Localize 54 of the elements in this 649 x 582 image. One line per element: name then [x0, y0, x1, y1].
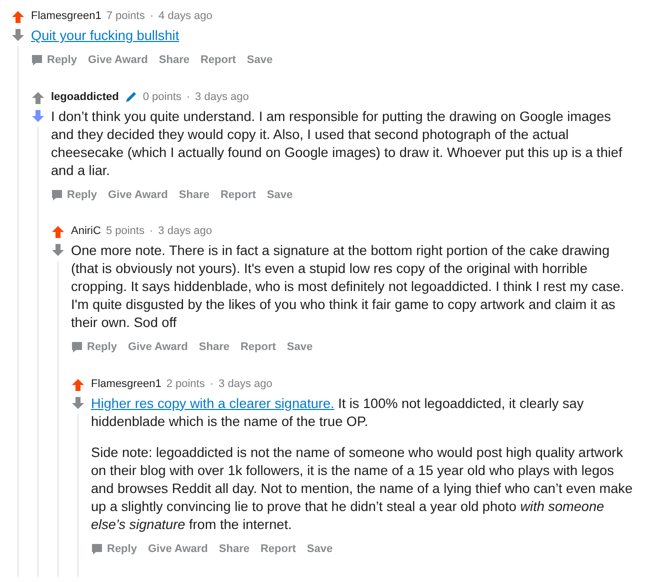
comment-time: 4 days ago — [158, 9, 212, 24]
comment-action[interactable]: Report — [260, 540, 296, 557]
upvote-arrow-icon[interactable] — [51, 225, 65, 239]
comment-points: 7 points — [106, 9, 145, 24]
comment-action[interactable]: Report — [240, 339, 276, 356]
comment-points: 2 points — [166, 376, 205, 392]
comment-bubble-icon — [71, 341, 83, 354]
downvote-arrow-icon[interactable] — [51, 243, 65, 257]
comment-action[interactable]: Reply — [31, 52, 77, 68]
comment-action[interactable]: Save — [286, 339, 313, 356]
separator-dot: · — [150, 9, 154, 24]
comment-action[interactable]: Save — [246, 52, 273, 68]
comment-author[interactable]: AniriC — [71, 223, 101, 239]
upvote-arrow-icon[interactable] — [31, 90, 45, 104]
downvote-arrow-icon[interactable] — [31, 108, 45, 122]
comment-text: Higher res copy with a clearer signature. It is 100% not legoaddicted, it clearly say hiddenblade which is the name of the true OP. — [91, 394, 585, 430]
comment-action[interactable]: Give Award — [128, 339, 188, 356]
comment-action[interactable]: Save — [266, 186, 293, 203]
comment-time: 3 days ago — [195, 90, 249, 104]
comment-bubble-icon — [51, 188, 63, 201]
downvote-arrow-icon[interactable] — [11, 28, 25, 42]
separator-dot: · — [186, 90, 190, 104]
comment-time: 3 days ago — [158, 224, 212, 239]
comment-action[interactable]: Reply — [71, 339, 117, 356]
upvote-arrow-icon[interactable] — [71, 378, 85, 392]
comment-action[interactable]: Reply — [91, 540, 137, 557]
separator-dot: · — [210, 376, 214, 392]
comment-action[interactable]: Reply — [51, 186, 97, 203]
comment-action[interactable]: Save — [306, 540, 333, 557]
comment-text: I don’t think you quite understand. I am responsible for putting the drawing on Google images and they decided they would copy it. Also, I used that second photograph of the actual cheesecake (which I actually found on Google images) to draw it. Whoever put this up is a thief and a liar. — [51, 108, 624, 180]
upvote-arrow-icon[interactable] — [11, 10, 25, 24]
comment-author[interactable]: Flamesgreen1 — [91, 376, 162, 392]
comment-action[interactable]: Give Award — [88, 52, 148, 68]
comment-action[interactable]: Share — [218, 540, 250, 557]
downvote-arrow-icon[interactable] — [71, 396, 85, 410]
comment-action[interactable]: Report — [200, 52, 236, 68]
comment-link[interactable]: Higher res copy with a clearer signature. — [91, 396, 334, 410]
comment-action[interactable]: Give Award — [108, 186, 168, 203]
comment-text: One more note. There is in fact a signature at the bottom right portion of the cake drawing (that is obviously not yours). It's even a stupid low res copy of the original with horrible cropping. It says hiddenblade, who is most definitely not legoaddicted. I think I rest my case. I'm quite disgusted by the likes of you who think it fair game to copy artwork and claim it as their own. Sod off — [71, 242, 626, 332]
comment-points: 5 points — [106, 224, 144, 239]
comment-link[interactable]: Quit your fucking bullshit — [31, 28, 180, 43]
comment-action[interactable]: Share — [198, 339, 230, 356]
comment-action[interactable]: Give Award — [148, 540, 208, 557]
comment-author[interactable]: legoaddicted — [51, 88, 119, 104]
comment-text: Side note: legoaddicted is not the name of someone who would post high quality artwork on their blog with over 1k followers, it is the name of a 15 year old who plays with legos and browses Reddit all day. Not to mention, the name of a lying thief who can’t even make up a slightly convincing lie to prove that he didn’t steal a year old photo with someone else’s signature from the internet. — [91, 444, 633, 534]
comment-action[interactable]: Share — [178, 186, 210, 203]
comment-action[interactable]: Share — [158, 52, 190, 68]
comment-author[interactable]: Flamesgreen1 — [31, 8, 102, 24]
comment-action[interactable]: Report — [220, 186, 256, 203]
comment-bubble-icon — [31, 54, 43, 66]
comment-time: 3 days ago — [218, 376, 272, 392]
comment-bubble-icon — [91, 542, 103, 555]
separator-dot: · — [149, 224, 154, 239]
comment-points: 0 points — [142, 90, 182, 104]
